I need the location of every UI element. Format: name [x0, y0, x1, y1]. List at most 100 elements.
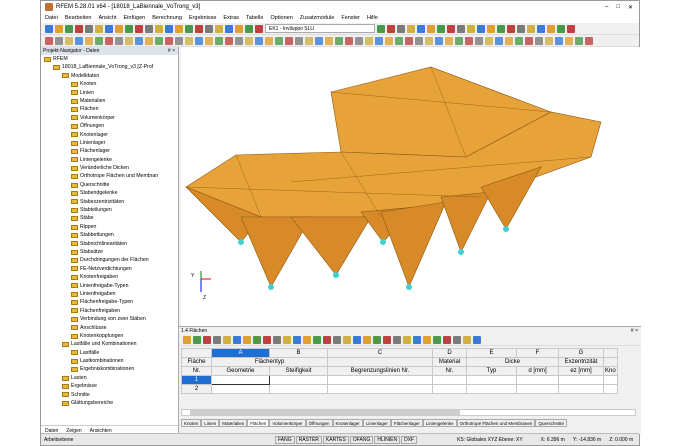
- sheet-tab[interactable]: Öffnungen: [305, 419, 333, 427]
- tree-item[interactable]: Öffnungen: [41, 122, 178, 130]
- table-cell[interactable]: [558, 384, 604, 394]
- toolbar-button[interactable]: [467, 24, 475, 33]
- table-toolbar-button[interactable]: [223, 336, 231, 344]
- row-number[interactable]: 1: [181, 375, 212, 385]
- menu-11[interactable]: Hilfe: [367, 15, 378, 21]
- toolbar-button[interactable]: [505, 36, 513, 45]
- tree-item[interactable]: Stabbettungen: [41, 231, 178, 239]
- 3d-viewport[interactable]: Y Z: [181, 47, 641, 326]
- menu-4[interactable]: Berechnung: [152, 15, 182, 21]
- toolbar-button[interactable]: [405, 36, 413, 45]
- toolbar-button[interactable]: [557, 24, 565, 33]
- table-row[interactable]: 2: [181, 384, 618, 394]
- sheet-tab[interactable]: Knotenlager: [332, 419, 363, 427]
- tree-item[interactable]: Querschnitte: [41, 181, 178, 189]
- toolbar-button[interactable]: [527, 24, 535, 33]
- col-f[interactable]: F: [516, 348, 559, 358]
- table-toolbar-button[interactable]: [473, 336, 481, 344]
- table-cell[interactable]: [327, 375, 433, 385]
- tree-item[interactable]: Glättungsbereiche: [41, 399, 178, 407]
- table-cell[interactable]: [558, 375, 604, 385]
- toolbar-button[interactable]: [65, 24, 73, 33]
- toolbar-button[interactable]: [365, 36, 373, 45]
- toolbar-button[interactable]: [135, 24, 143, 33]
- menu-3[interactable]: Einfügen: [124, 15, 146, 21]
- table-toolbar-button[interactable]: [193, 336, 201, 344]
- toolbar-button[interactable]: [45, 24, 53, 33]
- toolbar-button[interactable]: [55, 36, 63, 45]
- toolbar-button[interactable]: [165, 36, 173, 45]
- table-cell[interactable]: [432, 375, 467, 385]
- tree-item[interactable]: Linien: [41, 89, 178, 97]
- tree-item[interactable]: Stäbe: [41, 214, 178, 222]
- toolbar-button[interactable]: [225, 24, 233, 33]
- tree-item[interactable]: Rippen: [41, 223, 178, 231]
- tree-item[interactable]: Veränderliche Dicken: [41, 164, 178, 172]
- status-toggle-raster[interactable]: RASTER: [295, 435, 322, 444]
- toolbar-button[interactable]: [475, 36, 483, 45]
- table-toolbar-button[interactable]: [313, 336, 321, 344]
- table-cell[interactable]: [432, 384, 467, 394]
- toolbar-button[interactable]: [175, 24, 183, 33]
- horizontal-scrollbar[interactable]: [181, 409, 636, 416]
- tree-item[interactable]: Orthotrope Flächen und Membran: [41, 172, 178, 180]
- status-toggle-hlinien[interactable]: HLINIEN: [374, 435, 401, 444]
- tree-item[interactable]: Ergebniskombinationen: [41, 365, 178, 373]
- toolbar-button[interactable]: [195, 36, 203, 45]
- col-b[interactable]: B: [269, 348, 328, 358]
- sheet-tab[interactable]: Volumenkörper: [269, 419, 306, 427]
- toolbar-button[interactable]: [85, 36, 93, 45]
- tree-item[interactable]: Knoten: [41, 80, 178, 88]
- menu-10[interactable]: Fenster: [341, 15, 360, 21]
- table-cell[interactable]: [269, 375, 328, 385]
- toolbar-button[interactable]: [195, 24, 203, 33]
- toolbar-button[interactable]: [145, 36, 153, 45]
- tree-item[interactable]: Flächen: [41, 105, 178, 113]
- status-toggle-kartes[interactable]: KARTES: [322, 435, 349, 444]
- table-cell[interactable]: [211, 384, 270, 394]
- toolbar-button[interactable]: [555, 36, 563, 45]
- toolbar-button[interactable]: [285, 36, 293, 45]
- toolbar-button[interactable]: [55, 24, 63, 33]
- toolbar-button[interactable]: [155, 24, 163, 33]
- toolbar-button[interactable]: [387, 24, 395, 33]
- toolbar-button[interactable]: [125, 36, 133, 45]
- toolbar-button[interactable]: [165, 24, 173, 33]
- table-toolbar-button[interactable]: [363, 336, 371, 344]
- toolbar-button[interactable]: [485, 36, 493, 45]
- tree-item[interactable]: Lastfälle und Kombinationen: [41, 340, 178, 348]
- table-toolbar-button[interactable]: [183, 336, 191, 344]
- toolbar-button[interactable]: [335, 36, 343, 45]
- toolbar-button[interactable]: [407, 24, 415, 33]
- tree-item[interactable]: 18018_LaBiennale_VoTrong_v3 [Z-Prof: [41, 63, 178, 71]
- menu-8[interactable]: Optionen: [270, 15, 292, 21]
- toolbar-button[interactable]: [385, 36, 393, 45]
- sheet-tab[interactable]: Querschnitte: [535, 419, 567, 427]
- table-toolbar-button[interactable]: [433, 336, 441, 344]
- tree-item[interactable]: Flächenfreigaben: [41, 307, 178, 315]
- toolbar-button[interactable]: [255, 36, 263, 45]
- sheet-tab[interactable]: Materialien: [219, 419, 248, 427]
- menu-1[interactable]: Bearbeiten: [65, 15, 92, 21]
- menu-5[interactable]: Ergebnisse: [189, 15, 217, 21]
- table-toolbar-button[interactable]: [203, 336, 211, 344]
- toolbar-button[interactable]: [447, 24, 455, 33]
- toolbar-button[interactable]: [235, 24, 243, 33]
- tree-item[interactable]: Knotenlager: [41, 131, 178, 139]
- toolbar-button[interactable]: [75, 24, 83, 33]
- toolbar-button[interactable]: [325, 36, 333, 45]
- tree-item[interactable]: Flächenfreigabe-Typen: [41, 298, 178, 306]
- col-e[interactable]: E: [466, 348, 517, 358]
- table-toolbar-button[interactable]: [353, 336, 361, 344]
- table-toolbar-button[interactable]: [403, 336, 411, 344]
- table-toolbar-button[interactable]: [463, 336, 471, 344]
- toolbar-button[interactable]: [415, 36, 423, 45]
- toolbar-button[interactable]: [65, 36, 73, 45]
- table-cell[interactable]: [603, 384, 618, 394]
- toolbar-button[interactable]: [545, 36, 553, 45]
- toolbar-button[interactable]: [517, 24, 525, 33]
- maximize-button[interactable]: □: [616, 4, 620, 11]
- toolbar-button[interactable]: [575, 36, 583, 45]
- menu-6[interactable]: Extras: [223, 15, 239, 21]
- toolbar-button[interactable]: [75, 36, 83, 45]
